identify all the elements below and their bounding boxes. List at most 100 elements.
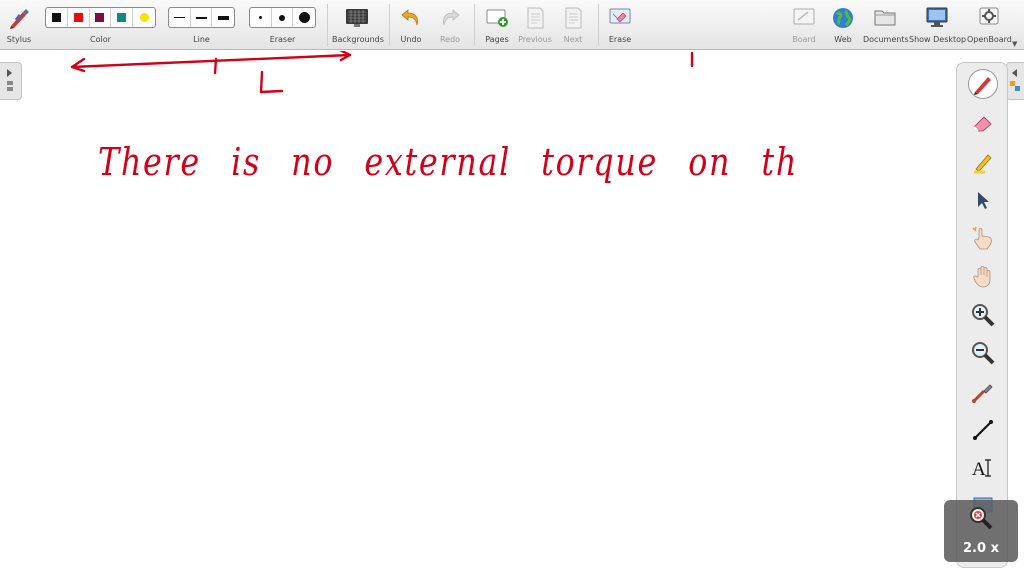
highlighter-tool[interactable]: [968, 147, 998, 177]
stylus-icon: [7, 6, 31, 34]
redo-label: Redo: [439, 35, 461, 44]
undo-label: Undo: [400, 35, 422, 44]
svg-text:A: A: [972, 459, 986, 480]
erase-button[interactable]: Erase: [603, 0, 637, 50]
pages-button[interactable]: Pages: [480, 0, 514, 50]
globe-icon: [831, 6, 855, 34]
previous-page-button[interactable]: Previous: [516, 0, 554, 50]
line-tool[interactable]: [968, 415, 998, 445]
undo-icon: [400, 6, 422, 32]
left-drawer-tab[interactable]: [0, 62, 22, 100]
laser-pointer-tool[interactable]: [968, 223, 998, 253]
text-tool[interactable]: A: [968, 453, 998, 483]
tool-palette: A: [956, 62, 1008, 568]
right-drawer-tab[interactable]: [1006, 62, 1024, 100]
backgrounds-label: Backgrounds: [332, 35, 384, 44]
web-button[interactable]: Web: [826, 0, 860, 50]
line-thick-option[interactable]: [212, 8, 234, 27]
selector-icon: [978, 192, 989, 209]
eraser-size-options: [249, 7, 316, 28]
color-swatch-yellow[interactable]: [133, 8, 155, 27]
label-L-text: L: [258, 92, 259, 94]
main-toolbar: Stylus Color Line Eraser Backgrounds Und…: [0, 0, 1024, 50]
board-button[interactable]: Board: [787, 0, 821, 50]
capture-icon: [972, 384, 993, 403]
label-L-stroke: [259, 70, 284, 94]
eraser-icon: [973, 116, 992, 132]
hand-icon: [973, 266, 991, 288]
toolbar-collapse-arrow[interactable]: ▼: [1012, 40, 1017, 48]
hand-tool[interactable]: [968, 261, 998, 291]
previous-page-icon: [524, 6, 546, 34]
stylus-button[interactable]: Stylus: [2, 0, 36, 50]
erase-board-icon: [608, 6, 632, 32]
pen-icon: [974, 77, 991, 95]
zoom-level-text: 2.0 x: [963, 541, 999, 556]
selector-tool[interactable]: [968, 185, 998, 215]
zoom-out-icon: [972, 342, 995, 365]
zoom-indicator: 2.0 x: [944, 500, 1018, 562]
line-thin-option[interactable]: [169, 8, 191, 27]
gear-icon: [977, 6, 1001, 32]
undo-button[interactable]: Undo: [394, 0, 428, 50]
board-icon: [792, 6, 816, 32]
dimension-arrow: [70, 53, 352, 69]
zoom-in-icon: [972, 304, 995, 327]
arrow-head-left: [70, 57, 86, 73]
web-label: Web: [834, 35, 852, 44]
erase-label: Erase: [608, 35, 632, 44]
pen-tool[interactable]: [968, 69, 998, 99]
toolbar-separator: [389, 4, 390, 46]
openboard-window: Stylus Color Line Eraser Backgrounds Und…: [0, 0, 1024, 576]
toolbar-separator: [598, 4, 599, 46]
next-page-button[interactable]: Next: [556, 0, 590, 50]
stylus-label: Stylus: [6, 35, 32, 44]
color-label: Color: [90, 35, 111, 44]
line-icon: [973, 420, 993, 440]
capture-tool[interactable]: [968, 377, 998, 407]
eraser-tool[interactable]: [968, 108, 998, 138]
eraser-medium-option[interactable]: [272, 8, 294, 27]
folder-icon: [873, 6, 897, 32]
eraser-label: Eraser: [269, 35, 296, 44]
openboard-label: OpenBoard: [967, 35, 1012, 44]
laser-pointer-icon: [972, 226, 992, 250]
documents-label: Documents: [863, 35, 909, 44]
text-icon: A: [972, 459, 991, 480]
line-width-options: [168, 7, 235, 28]
expand-right-icon: [1010, 69, 1020, 91]
toolbar-separator: [327, 4, 328, 46]
board-label: Board: [792, 35, 816, 44]
magnifier-icon: [970, 507, 993, 530]
tick-mark: [213, 57, 218, 75]
line-medium-option[interactable]: [191, 8, 213, 27]
add-page-icon: [485, 6, 509, 32]
monitor-icon: [925, 6, 949, 32]
handwritten-sentence: There is no external torque on th: [98, 140, 798, 184]
openboard-menu-button[interactable]: OpenBoard: [967, 0, 1012, 50]
color-swatch-maroon[interactable]: [90, 8, 112, 27]
redo-button[interactable]: Redo: [433, 0, 467, 50]
zoom-out-tool[interactable]: [968, 338, 998, 368]
toolbar-separator: [474, 4, 475, 46]
show-desktop-label: Show Desktop: [909, 35, 967, 44]
whiteboard-canvas[interactable]: There is no external torque on th L: [0, 51, 1024, 576]
show-desktop-button[interactable]: Show Desktop: [909, 0, 967, 50]
next-label: Next: [563, 35, 583, 44]
pages-label: Pages: [485, 35, 509, 44]
eraser-large-option[interactable]: [293, 8, 315, 27]
zoom-in-tool[interactable]: [968, 300, 998, 330]
previous-label: Previous: [518, 35, 552, 44]
next-page-icon: [562, 6, 584, 34]
highlighter-icon: [974, 154, 992, 174]
documents-button[interactable]: Documents: [863, 0, 909, 50]
eraser-small-option[interactable]: [250, 8, 272, 27]
redo-icon: [439, 6, 461, 32]
color-swatch-teal[interactable]: [111, 8, 134, 27]
color-swatch-black[interactable]: [46, 8, 68, 27]
backgrounds-button[interactable]: Backgrounds: [332, 0, 384, 50]
line-label: Line: [193, 35, 210, 44]
color-swatch-red[interactable]: [68, 8, 90, 27]
expand-left-icon: [7, 69, 13, 91]
backgrounds-icon: [345, 6, 369, 32]
